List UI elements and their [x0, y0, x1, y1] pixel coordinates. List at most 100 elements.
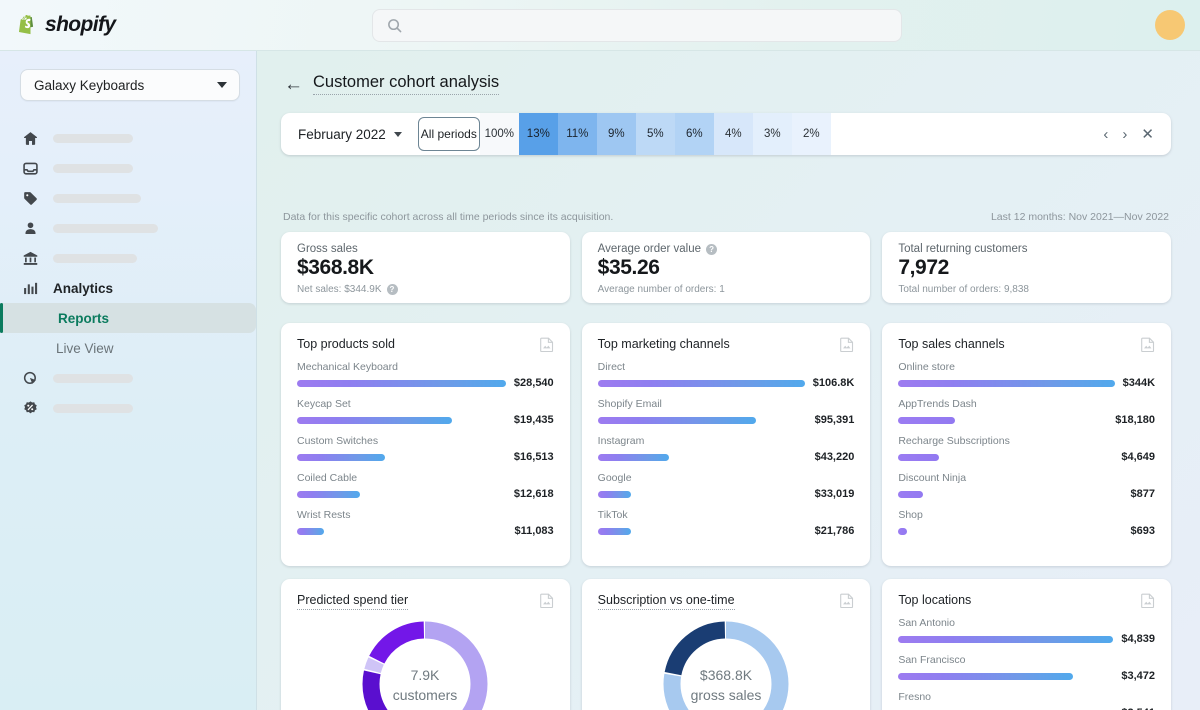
sidebar-item-reports[interactable]: Reports — [0, 303, 256, 333]
bar-line: $4,839 — [898, 633, 1155, 645]
bar-value: $3,472 — [1121, 670, 1156, 682]
page-title: Customer cohort analysis — [313, 73, 500, 95]
period-cell[interactable]: 4% — [713, 113, 753, 155]
sidebar-item-label — [53, 373, 133, 383]
shopify-bag-icon — [17, 14, 38, 37]
bar-row: AppTrends Dash $18,180 — [898, 398, 1155, 426]
all-periods-button[interactable]: All periods — [417, 117, 480, 151]
bar-label: San Antonio — [898, 617, 955, 629]
back-arrow-icon[interactable]: ← — [284, 75, 303, 94]
bar-line: $18,180 — [898, 414, 1155, 426]
sidebar-item-live-view[interactable]: Live View — [0, 333, 256, 363]
bar-list: San Antonio $4,839 San Francisco $3,472 Fres… — [898, 617, 1155, 710]
kpi-label: Gross sales — [297, 243, 358, 255]
period-cell[interactable]: 5% — [635, 113, 675, 155]
period-cell[interactable]: 2% — [791, 113, 831, 155]
period-cells: 100% 13% 11% 9% 5% 6% 4% 3% 2% — [479, 113, 831, 155]
sidebar-item-orders[interactable] — [0, 153, 256, 183]
bar-row: Fresno$2,541 — [898, 691, 1155, 710]
card-title: Top marketing channels — [597, 337, 730, 351]
bar-row: Direct $106.8K — [597, 361, 854, 389]
report-doc-icon[interactable] — [539, 593, 554, 609]
report-doc-icon[interactable] — [1141, 337, 1155, 353]
bar-chart-icon — [22, 280, 39, 297]
month-selector[interactable]: February 2022 — [281, 113, 418, 155]
sidebar-nav: Analytics Reports Live View — [0, 123, 256, 423]
kpi-value: $368.8K — [297, 256, 374, 279]
store-picker[interactable]: Galaxy Keyboards — [20, 69, 240, 101]
chevron-right-icon[interactable]: › — [1122, 127, 1127, 142]
sidebar-item-analytics[interactable]: Analytics — [0, 273, 256, 303]
shopify-logo[interactable]: shopify — [17, 13, 116, 37]
shopify-wordmark: shopify — [45, 13, 116, 36]
report-doc-icon[interactable] — [840, 593, 854, 609]
card-header: Top locations — [898, 593, 1155, 609]
bar-value: $21,786 — [814, 525, 855, 537]
sidebar-item-finance[interactable] — [0, 243, 256, 273]
kpi-row: Gross sales $368.8K Net sales: $344.9K? Ave… — [281, 232, 1172, 303]
card-title: Subscription vs one-time — [597, 593, 735, 610]
donut-center-line1: $368.8K — [700, 667, 753, 683]
donut-chart: $368.8K gross sales — [598, 614, 855, 710]
sidebar-subitem-label: Live View — [56, 340, 114, 356]
period-cell[interactable]: 11% — [557, 113, 597, 155]
period-cell[interactable]: 6% — [674, 113, 714, 155]
search-input[interactable] — [372, 9, 902, 42]
search-icon — [387, 18, 402, 33]
strip-spacer — [831, 113, 1104, 155]
bar-fill — [597, 527, 632, 535]
bar-value: $18,180 — [1115, 414, 1156, 426]
bar-label: Instagram — [597, 435, 645, 447]
bar-line: $693 — [898, 525, 1155, 537]
report-doc-icon[interactable] — [1141, 593, 1155, 609]
card-header: Predicted spend tier — [297, 593, 554, 610]
person-icon — [22, 220, 39, 237]
period-cell[interactable]: 100% — [479, 113, 519, 155]
card-title: Top locations — [898, 593, 972, 607]
bar-value: $19,435 — [513, 414, 554, 426]
chart-card: Top sales channels Online store $344K AppTr… — [882, 323, 1172, 566]
sidebar: Galaxy Keyboards Analytics Reports Live … — [0, 51, 257, 710]
bar-fill — [297, 416, 452, 424]
close-icon[interactable]: ✕ — [1141, 127, 1154, 142]
chevron-left-icon[interactable]: ‹ — [1103, 127, 1108, 142]
sidebar-item-products[interactable] — [0, 183, 256, 213]
sidebar-item-label — [53, 403, 133, 413]
help-icon[interactable]: ? — [386, 284, 398, 295]
card-header: Top products sold — [297, 337, 554, 353]
report-doc-icon[interactable] — [539, 337, 554, 353]
period-cell[interactable]: 13% — [518, 113, 558, 155]
avatar[interactable] — [1155, 10, 1185, 40]
kpi-card: Gross sales $368.8K Net sales: $344.9K? — [281, 232, 570, 303]
sidebar-item-customers[interactable] — [0, 213, 256, 243]
kpi-subtext: Total number of orders: 9,838 — [898, 284, 1029, 295]
bar-label: Fresno — [898, 691, 932, 703]
sidebar-item-label: Analytics — [53, 280, 114, 296]
bar-value: $11,083 — [514, 525, 554, 537]
sidebar-item-home[interactable] — [0, 123, 256, 153]
bar-track — [898, 453, 1113, 461]
bar-line: $16,513 — [297, 451, 554, 463]
help-icon[interactable]: ? — [706, 243, 718, 255]
bar-label: Keycap Set — [297, 398, 351, 410]
kpi-value: $35.26 — [597, 256, 660, 279]
bar-line: $344K — [898, 377, 1155, 389]
bar-value: $16,513 — [513, 451, 554, 463]
bar-fill — [898, 379, 1115, 387]
bar-track — [597, 490, 807, 498]
kpi-subtext: Net sales: $344.9K? — [297, 284, 570, 295]
sidebar-item-label — [53, 163, 133, 173]
bar-track — [297, 379, 506, 387]
bar-fill — [597, 453, 669, 461]
bar-fill — [898, 635, 1114, 643]
bar-line: $106.8K — [597, 377, 854, 389]
bar-row: Recharge Subscriptions $4,649 — [898, 435, 1155, 463]
sidebar-item-discounts[interactable] — [0, 393, 256, 423]
bar-list: Online store $344K AppTrends Dash $18,180 Re… — [898, 361, 1155, 537]
period-cell[interactable]: 3% — [752, 113, 792, 155]
sidebar-item-marketing[interactable] — [0, 363, 256, 393]
bar-value: $344K — [1122, 377, 1156, 389]
report-doc-icon[interactable] — [840, 337, 854, 353]
period-cell[interactable]: 9% — [596, 113, 636, 155]
bar-row: San Antonio $4,839 — [898, 617, 1155, 645]
